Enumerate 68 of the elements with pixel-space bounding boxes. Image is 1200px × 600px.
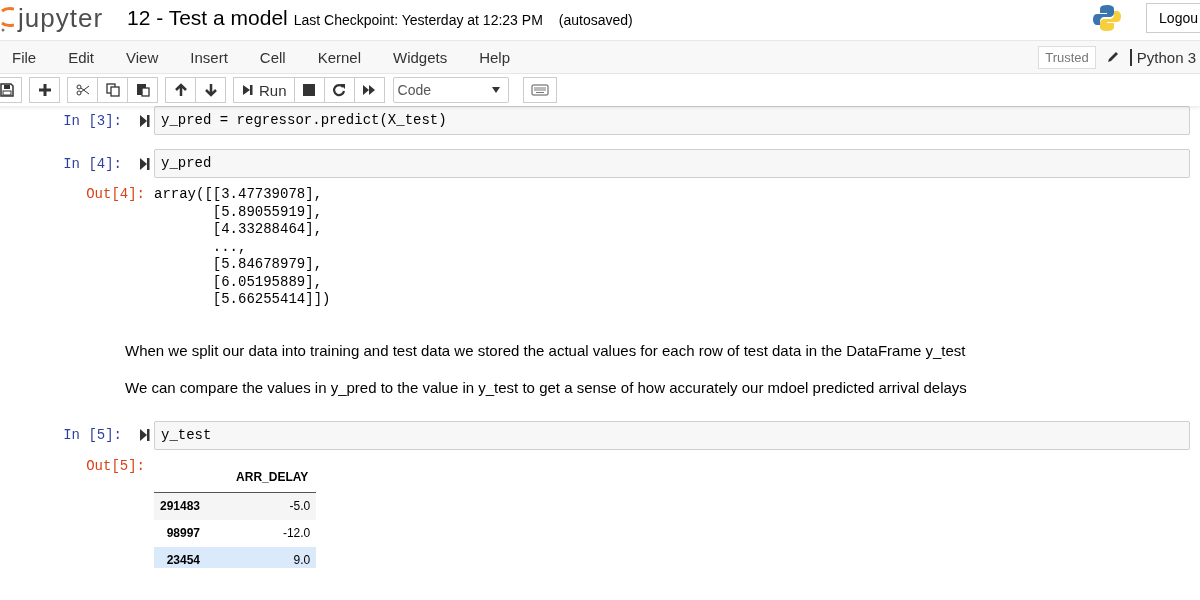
output-text: [5.84678979], bbox=[211, 256, 324, 274]
column-header: ARR_DELAY bbox=[206, 463, 317, 492]
row-index: 23454 bbox=[154, 546, 207, 568]
output-text: [5.89055919], bbox=[211, 203, 324, 221]
menu-item[interactable]: Cell bbox=[259, 48, 286, 66]
input-prompt: In [4]: bbox=[63, 155, 122, 172]
run-button[interactable]: Run bbox=[233, 77, 295, 103]
markdown-paragraph: We can compare the values in y_pred to the value in y_test to get a sense of how accurately our mdoel predicted arrival delays bbox=[125, 377, 968, 397]
paste-button[interactable] bbox=[127, 77, 158, 103]
run-cell-icon bbox=[140, 114, 150, 127]
output-prompt: Out[5]: bbox=[86, 457, 145, 475]
menu-item[interactable]: View bbox=[126, 48, 159, 66]
row-index: 98997 bbox=[154, 519, 207, 547]
output-text: [6.05195889], bbox=[211, 273, 324, 291]
clipboard-icon bbox=[135, 83, 150, 97]
row-index: 291483 bbox=[154, 492, 207, 520]
fast-forward-icon bbox=[362, 83, 377, 97]
code-input[interactable]: y_pred bbox=[154, 149, 1190, 178]
stop-button[interactable] bbox=[293, 77, 325, 103]
output-prompt: Out[4]: bbox=[86, 186, 145, 204]
output-text: [5.66255414]]) bbox=[211, 291, 332, 309]
keyboard-icon bbox=[530, 84, 549, 96]
kernel-name: Python 3 bbox=[1129, 48, 1196, 66]
caret-down-icon bbox=[491, 87, 500, 93]
restart-button[interactable] bbox=[323, 77, 355, 103]
arrow-down-icon bbox=[203, 83, 218, 97]
logo-text: jupyter bbox=[18, 3, 104, 33]
output-text: array([[3.47739078], bbox=[154, 186, 324, 204]
run-all-button[interactable] bbox=[353, 77, 385, 103]
move-up-button[interactable] bbox=[165, 77, 196, 103]
output-text: [4.33288464], bbox=[211, 221, 324, 239]
checkpoint-status: Last Checkpoint: Yesterday at 12:23 PM bbox=[293, 11, 543, 28]
menu-item[interactable]: Edit bbox=[68, 48, 95, 66]
menu-item[interactable]: Insert bbox=[190, 48, 228, 66]
table-cell: -12.0 bbox=[206, 519, 317, 547]
menu-item[interactable]: Widgets bbox=[393, 48, 448, 66]
code-input[interactable]: y_test bbox=[154, 420, 1190, 450]
cut-button[interactable] bbox=[67, 77, 98, 103]
copy-button[interactable] bbox=[97, 77, 128, 103]
menu-item[interactable]: File bbox=[12, 48, 37, 66]
code-input[interactable]: y_pred = regressor.predict(X_test) bbox=[154, 106, 1190, 135]
input-prompt: In [3]: bbox=[63, 112, 122, 129]
output-text: ..., bbox=[211, 238, 248, 256]
run-cell-icon bbox=[140, 157, 150, 170]
table-cell: 9.0 bbox=[206, 546, 317, 568]
copy-icon bbox=[105, 83, 120, 97]
markdown-paragraph: When we split our data into training and test data we stored the actual values for each row of test data in the DataFrame y_test bbox=[125, 340, 967, 360]
save-button[interactable] bbox=[0, 77, 22, 103]
run-cell-icon bbox=[140, 429, 150, 441]
autosave-status: (autosaved) bbox=[558, 11, 633, 28]
stop-icon bbox=[302, 83, 317, 97]
input-prompt: In [5]: bbox=[63, 427, 122, 443]
plus-icon bbox=[37, 83, 52, 97]
table-cell: -5.0 bbox=[206, 492, 317, 520]
insert-cell-button[interactable] bbox=[29, 77, 60, 103]
trusted-indicator[interactable]: Trusted bbox=[1038, 45, 1096, 69]
restart-icon bbox=[332, 83, 347, 97]
menu-item[interactable]: Help bbox=[479, 48, 511, 66]
step-forward-icon bbox=[241, 83, 255, 97]
arrow-up-icon bbox=[173, 83, 188, 97]
scissors-icon bbox=[75, 83, 90, 97]
move-down-button[interactable] bbox=[195, 77, 226, 103]
menu-item[interactable]: Kernel bbox=[317, 48, 361, 66]
python-logo-icon bbox=[1092, 3, 1123, 33]
logout-button[interactable]: Logou bbox=[1146, 3, 1200, 33]
cell-type-dropdown[interactable]: Code bbox=[392, 77, 509, 103]
pencil-icon bbox=[1105, 50, 1120, 64]
notebook-title[interactable]: 12 - Test a model bbox=[127, 6, 288, 30]
